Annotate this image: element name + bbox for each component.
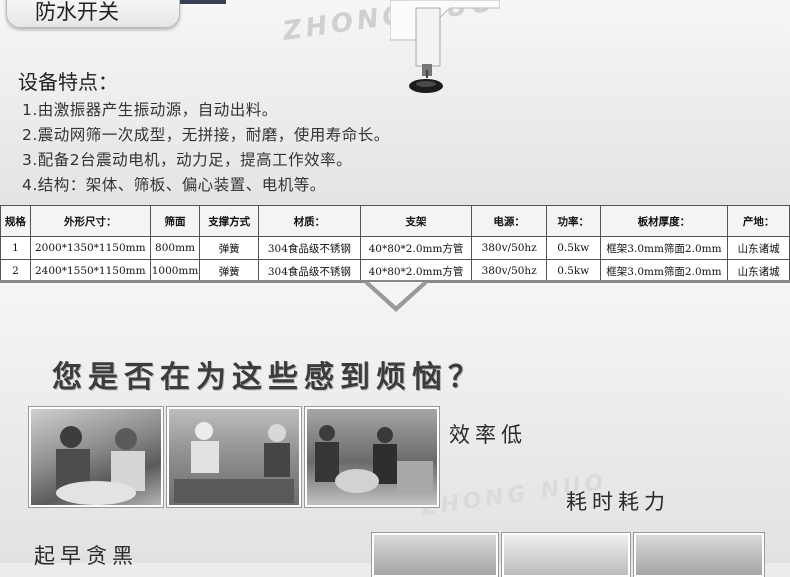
table-cell: 800mm (149, 236, 201, 260)
badge-title: 防水开关 (35, 0, 119, 24)
top-section: 防水开关 ZHONG NUO 设备特点： 1.由激振器产生振动源，自动出料。 2… (0, 0, 790, 205)
workers-image-icon (174, 422, 294, 503)
table-cell: 框架3.0mm筛面2.0mm (599, 236, 729, 260)
col-header: 材质： (258, 205, 361, 237)
photo-workers-2 (167, 407, 301, 507)
table-cell: 40*80*2.0mm方管 (359, 236, 473, 260)
table-row: 1 2000*1350*1150mm 800mm 弹簧 304食品级不锈钢 40… (0, 236, 790, 260)
photo-thumb-2 (502, 533, 630, 577)
feature-item: 1.由激振器产生振动源，自动出料。 (22, 101, 278, 119)
col-header: 支架 (359, 205, 473, 237)
features-heading: 设备特点： (18, 70, 118, 94)
problems-question: 您是否在为这些感到烦恼？ (52, 360, 484, 395)
table-cell: 山东诸城 (727, 236, 790, 260)
workers-image-icon (56, 426, 145, 505)
photo-workers-3 (305, 407, 439, 507)
table-cell: 1 (0, 236, 31, 260)
spec-table: 规格 外形尺寸： 筛面 支撑方式 材质： 支架 电源： 功率： 板材厚度： 产地… (0, 205, 790, 283)
col-header: 功率： (545, 205, 601, 237)
workers-image-icon (315, 425, 433, 493)
title-badge: 防水开关 (6, 0, 180, 28)
photo-thumb-1 (372, 533, 498, 577)
feature-item: 4.结构：架体、筛板、偏心装置、电机等。 (22, 176, 326, 194)
photo-workers-1 (29, 407, 163, 507)
feature-item: 2.震动网筛一次成型，无拼接，耐磨，使用寿命长。 (22, 126, 390, 144)
table-cell: 0.5kw (545, 236, 601, 260)
col-header: 板材厚度： (599, 205, 729, 237)
machine-leg-icon (390, 0, 500, 93)
spec-table-header: 规格 外形尺寸： 筛面 支撑方式 材质： 支架 电源： 功率： 板材厚度： 产地… (0, 205, 790, 237)
col-header: 电源： (471, 205, 547, 237)
col-header: 支撑方式 (199, 205, 260, 237)
feature-item: 3.配备2台震动电机，动力足，提高工作效率。 (22, 151, 353, 169)
table-cell: 弹簧 (199, 236, 260, 260)
caption-early: 起早贪黑 (34, 544, 138, 568)
caption-efficiency: 效率低 (449, 423, 527, 447)
photo-thumb-3 (634, 533, 764, 577)
table-cell: 380v/50hz (471, 236, 547, 260)
col-header: 外形尺寸： (29, 205, 151, 237)
col-header: 规格 (0, 205, 31, 237)
col-header: 产地： (727, 205, 790, 237)
badge-accent (180, 0, 226, 4)
col-header: 筛面 (149, 205, 201, 237)
table-cell: 2000*1350*1150mm (29, 236, 151, 260)
table-cell: 304食品级不锈钢 (258, 236, 361, 260)
caption-labor: 耗时耗力 (566, 490, 670, 514)
down-arrow-inner (369, 282, 423, 306)
